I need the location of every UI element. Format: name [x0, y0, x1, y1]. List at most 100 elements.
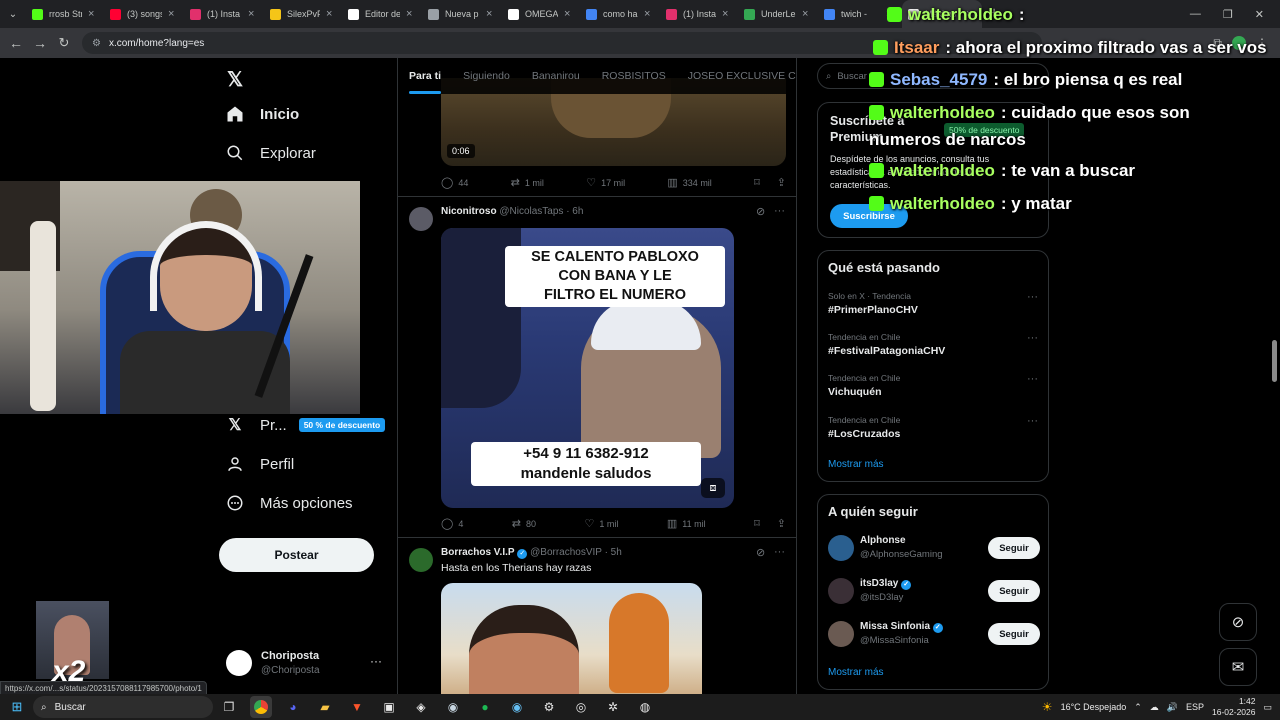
account-switcher[interactable]: Choriposta @Choriposta ··· — [226, 648, 386, 680]
tab-joseo-exclusive-club[interactable]: JOSEO EXCLUSIVE CLUB — [677, 58, 796, 94]
tab-close-icon[interactable]: × — [326, 8, 336, 20]
share-icon[interactable]: ⇪ — [777, 176, 786, 189]
follow-item[interactable]: Alphonse @AlphonseGaming Seguir — [818, 531, 1050, 567]
volume-icon[interactable]: 🔊 — [1167, 702, 1178, 713]
tab-close-icon[interactable]: × — [644, 8, 654, 20]
steam-icon[interactable]: ◉ — [442, 696, 464, 718]
tab-close-icon[interactable]: × — [406, 8, 416, 20]
file-explorer-icon[interactable]: ▰ — [314, 696, 336, 718]
author-name[interactable]: Borrachos V.I.P — [441, 547, 515, 558]
grok-icon[interactable]: ⊘ — [756, 546, 765, 559]
browser-tab[interactable]: rrosb Str × — [26, 0, 104, 28]
tab-para-ti[interactable]: Para ti — [398, 58, 452, 94]
tab-bananirou[interactable]: Bananirou — [521, 58, 591, 94]
tab-close-icon[interactable]: × — [168, 8, 178, 20]
spotify-icon[interactable]: ● — [474, 696, 496, 718]
tray-chevron-icon[interactable]: ⌃ — [1134, 702, 1142, 713]
post-button[interactable]: Postear — [219, 538, 374, 572]
like-button[interactable]: ♡ 17 mil — [586, 176, 625, 189]
follow-button[interactable]: Seguir — [988, 537, 1040, 559]
weather-text[interactable]: 16°C Despejado — [1061, 702, 1127, 712]
share-icon[interactable]: ⇪ — [777, 517, 786, 530]
close-window-icon[interactable]: ✕ — [1255, 8, 1264, 21]
discord-icon[interactable]: ◕ — [282, 696, 304, 718]
steam-icon[interactable]: ◉ — [506, 696, 528, 718]
show-more-link[interactable]: Mostrar más — [828, 667, 884, 678]
follow-button[interactable]: Seguir — [988, 580, 1040, 602]
obs-icon[interactable]: ◎ — [570, 696, 592, 718]
windows-start-icon[interactable]: ⊞ — [6, 696, 28, 718]
scrollbar-thumb[interactable] — [1272, 340, 1277, 382]
author-handle[interactable]: @NicolasTaps — [499, 206, 563, 217]
follow-button[interactable]: Seguir — [988, 623, 1040, 645]
post-time[interactable]: · 6h — [566, 206, 583, 217]
settings-icon[interactable]: ⚙ — [538, 696, 560, 718]
repost-button[interactable]: ⇄ 1 mil — [511, 176, 544, 189]
app-icon[interactable]: ◈ — [410, 696, 432, 718]
chrome-icon[interactable] — [250, 696, 272, 718]
back-icon[interactable]: ← — [4, 31, 28, 55]
app-icon[interactable]: ◍ — [634, 696, 656, 718]
tab-close-icon[interactable]: × — [88, 8, 98, 20]
views-button[interactable]: ▥ 334 mil — [667, 176, 711, 189]
app-icon[interactable]: ✲ — [602, 696, 624, 718]
task-view-icon[interactable]: ❐ — [218, 696, 240, 718]
more-icon[interactable]: ··· — [370, 654, 382, 668]
sidebar-item-perfil[interactable]: Perfil — [226, 455, 294, 473]
tab-siguiendo[interactable]: Siguiendo — [452, 58, 521, 94]
taskbar-search[interactable]: ⌕ Buscar — [33, 696, 213, 718]
trend-item[interactable]: Tendencia en Chile #FestivalPatagoniaCHV… — [828, 332, 1040, 357]
tab-search-icon[interactable]: ⌄ — [0, 2, 26, 26]
tab-close-icon[interactable]: × — [564, 8, 574, 20]
post-more-icon[interactable]: ··· — [774, 546, 785, 558]
browser-tab[interactable]: OMEGA × — [502, 0, 580, 28]
browser-tab[interactable]: (1) Insta × — [660, 0, 738, 28]
tab-close-icon[interactable]: × — [248, 8, 258, 20]
browser-tab[interactable]: como ha × — [580, 0, 660, 28]
sidebar-item-inicio[interactable]: Inicio — [226, 105, 299, 123]
follow-item[interactable]: itsD3lay ✓ @itsD3lay Seguir — [818, 574, 1050, 610]
post-image[interactable] — [441, 583, 702, 698]
author-name[interactable]: Niconitroso — [441, 206, 497, 217]
browser-tab[interactable]: Editor de × — [342, 0, 422, 28]
post-image[interactable]: SE CALENTO PABLOXO CON BANA Y LE FILTRO … — [441, 228, 734, 508]
tab-close-icon[interactable]: × — [486, 8, 496, 20]
sidebar-item-premium[interactable]: 𝕏 Pr... 50 % de descuento — [226, 416, 386, 434]
post-more-icon[interactable]: ··· — [774, 205, 785, 217]
brave-icon[interactable]: ▼ — [346, 696, 368, 718]
minimize-icon[interactable]: — — [1190, 8, 1201, 21]
tab-close-icon[interactable]: × — [722, 8, 732, 20]
views-button[interactable]: ▥ 11 mil — [667, 517, 706, 530]
trend-item[interactable]: Solo en X · Tendencia #PrimerPlanoCHV ··… — [828, 291, 1040, 316]
post-time[interactable]: · 5h — [605, 547, 622, 558]
sidebar-item-mas-opciones[interactable]: Más opciones — [226, 494, 353, 512]
maximize-icon[interactable]: ❐ — [1223, 8, 1233, 21]
reload-icon[interactable]: ↻ — [52, 31, 76, 55]
store-icon[interactable]: ▣ — [378, 696, 400, 718]
browser-tab[interactable]: (1) Insta × — [184, 0, 264, 28]
avatar[interactable] — [409, 207, 433, 231]
tab-close-icon[interactable]: × — [802, 8, 812, 20]
trend-more-icon[interactable]: ··· — [1027, 332, 1038, 344]
reply-button[interactable]: ◯ 4 — [441, 517, 463, 530]
bookmark-icon[interactable]: ⌑ — [754, 517, 760, 530]
trend-more-icon[interactable]: ··· — [1027, 291, 1038, 303]
browser-tab[interactable]: UnderLe × — [738, 0, 818, 28]
sidebar-item-explorar[interactable]: Explorar — [226, 144, 316, 162]
reply-button[interactable]: ◯ 44 — [441, 176, 468, 189]
forward-icon[interactable]: → — [28, 31, 52, 55]
tab-rosbisitos[interactable]: ROSBISITOS — [591, 58, 677, 94]
author-handle[interactable]: @BorrachosVIP — [530, 547, 602, 558]
trend-item[interactable]: Tendencia en Chile Vichuquén ··· — [828, 373, 1040, 398]
trend-more-icon[interactable]: ··· — [1027, 373, 1038, 385]
avatar[interactable] — [409, 548, 433, 572]
x-logo-icon[interactable]: 𝕏 — [227, 67, 243, 92]
follow-item[interactable]: Missa Sinfonia ✓ @MissaSinfonia Seguir — [818, 617, 1050, 653]
trend-item[interactable]: Tendencia en Chile #LosCruzados ··· — [828, 415, 1040, 440]
grok-icon[interactable]: ⊘ — [756, 205, 765, 218]
bookmark-icon[interactable]: ⌑ — [754, 176, 760, 189]
grok-button[interactable]: ⊘ — [1219, 603, 1257, 641]
site-info-icon[interactable]: ⚙ — [92, 38, 101, 49]
notifications-icon[interactable]: ▭ — [1263, 702, 1272, 713]
image-expand-icon[interactable]: ⧈ — [701, 478, 725, 498]
